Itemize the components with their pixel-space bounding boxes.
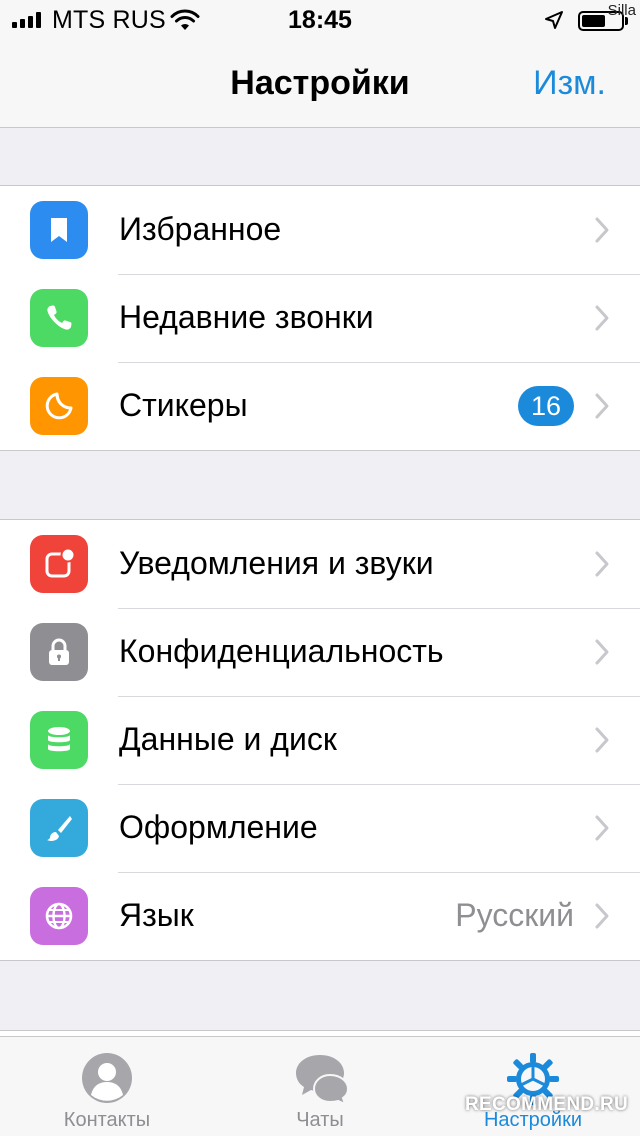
row-label: Данные и диск [119,721,337,757]
status-bar: MTS RUS 18:45 Silla [0,0,640,40]
tab-label: Чаты [296,1109,344,1131]
location-arrow-icon [545,11,563,29]
navigation-bar: Настройки Изм. [0,40,640,128]
row-label: Избранное [119,211,282,247]
chevron-right-icon [595,815,609,841]
row-label: Оформление [119,809,318,845]
settings-row-recent-calls[interactable]: Недавние звонки [0,274,640,362]
globe-icon [30,887,88,945]
chats-icon [296,1055,350,1105]
language-value: Русский [455,897,574,933]
database-icon [30,711,88,769]
row-label: Уведомления и звуки [119,545,434,581]
watermark-author: Silla [607,2,636,19]
row-label: Недавние звонки [119,299,374,335]
lock-icon [30,623,88,681]
settings-row-language[interactable]: Язык Русский [0,872,640,960]
tab-label: Контакты [63,1109,151,1131]
row-label: Стикеры [119,387,248,423]
settings-row-notifications[interactable]: Уведомления и звуки [0,520,640,608]
bookmark-icon [30,201,88,259]
settings-group-1: Избранное Недавние звонки Стикеры 16 [0,185,640,451]
chevron-right-icon [595,727,609,753]
chevron-right-icon [595,551,609,577]
row-label: Конфиденциальность [119,633,444,669]
watermark-site: RECOMMEND.RU [465,1094,628,1115]
settings-row-data-storage[interactable]: Данные и диск [0,696,640,784]
edit-button[interactable]: Изм. [533,64,606,103]
contacts-icon [82,1053,132,1103]
sticker-icon [30,377,88,435]
tab-chats[interactable]: Чаты [213,1037,427,1136]
settings-group-2: Уведомления и звуки Конфиденциальность Д… [0,519,640,961]
notification-icon [30,535,88,593]
tab-bar: Контакты Чаты Настройки [0,1036,640,1136]
phone-icon [30,289,88,347]
chevron-right-icon [595,903,609,929]
chevron-right-icon [595,393,609,419]
tab-settings[interactable]: Настройки [426,1037,640,1136]
chevron-right-icon [595,639,609,665]
settings-row-privacy[interactable]: Конфиденциальность [0,608,640,696]
chevron-right-icon [595,217,609,243]
settings-row-appearance[interactable]: Оформление [0,784,640,872]
chevron-right-icon [595,305,609,331]
settings-row-favorites[interactable]: Избранное [0,186,640,274]
settings-row-stickers[interactable]: Стикеры 16 [0,362,640,450]
row-label: Язык [119,897,194,933]
tab-contacts[interactable]: Контакты [0,1037,214,1136]
stickers-count-badge: 16 [518,386,574,426]
brush-icon [30,799,88,857]
